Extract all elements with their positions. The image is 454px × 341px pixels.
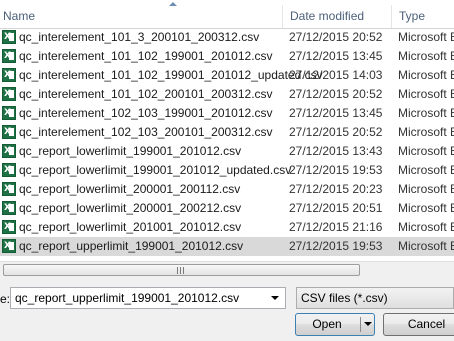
file-type: Microsoft E <box>398 49 454 63</box>
file-name: qc_interelement_101_102_199001_201012_up… <box>19 68 323 82</box>
file-date-modified: 27/12/2015 14:03 <box>289 68 383 82</box>
cancel-button-label: Cancel <box>407 317 446 331</box>
column-type-header[interactable]: Type <box>391 5 454 28</box>
file-type: Microsoft E <box>398 144 454 158</box>
open-button-label: Open <box>312 317 342 331</box>
file-row[interactable]: qc_interelement_101_102_199001_201012.cs… <box>0 47 454 66</box>
file-name: qc_report_lowerlimit_200001_200212.csv <box>19 201 242 215</box>
column-header: Name Date modified Type <box>0 2 454 29</box>
file-type: Microsoft E <box>398 87 454 101</box>
file-date-modified: 27/12/2015 13:45 <box>289 106 383 120</box>
file-row[interactable]: qc_report_lowerlimit_201001_201012.csv 27… <box>0 218 454 237</box>
file-row[interactable]: qc_report_upperlimit_199001_201012.csv 27… <box>0 237 454 256</box>
file-list: Name Date modified Type qc_interelement_… <box>0 0 454 261</box>
file-name: qc_interelement_102_103_199001_201012.cs… <box>19 106 273 120</box>
excel-csv-icon <box>2 144 16 158</box>
file-row[interactable]: qc_interelement_102_103_200101_200312.cs… <box>0 123 454 142</box>
file-name: qc_interelement_102_103_200101_200312.cs… <box>19 125 273 139</box>
file-row[interactable]: qc_interelement_102_103_199001_201012.cs… <box>0 104 454 123</box>
file-date-modified: 27/12/2015 21:16 <box>289 220 383 234</box>
excel-csv-icon <box>2 182 16 196</box>
excel-csv-icon <box>2 87 16 101</box>
file-type-select[interactable]: CSV files (*.csv) <box>296 287 454 309</box>
excel-csv-icon <box>2 163 16 177</box>
file-date-modified: 27/12/2015 20:51 <box>289 201 383 215</box>
column-name-header[interactable]: Name <box>0 5 285 28</box>
file-name: qc_interelement_101_102_200101_200312.cs… <box>19 87 273 101</box>
horizontal-scrollbar[interactable] <box>0 261 454 279</box>
file-type: Microsoft E <box>398 239 454 253</box>
excel-csv-icon <box>2 125 16 139</box>
file-row[interactable]: qc_interelement_101_3_200101_200312.csv 2… <box>0 28 454 47</box>
file-name-input[interactable]: qc_report_upperlimit_199001_201012.csv <box>10 287 286 309</box>
file-name-label: e: <box>0 292 11 306</box>
file-date-modified: 27/12/2015 13:45 <box>289 49 383 63</box>
file-date-modified: 27/12/2015 20:52 <box>289 30 383 44</box>
file-name: qc_report_lowerlimit_201001_201012.csv <box>19 220 242 234</box>
excel-csv-icon <box>2 49 16 63</box>
file-row[interactable]: qc_report_lowerlimit_199001_201012_updat… <box>0 161 454 180</box>
file-name: qc_report_upperlimit_199001_201012.csv <box>19 239 244 253</box>
file-date-modified: 27/12/2015 19:53 <box>289 239 383 253</box>
file-type: Microsoft E <box>398 201 454 215</box>
excel-csv-icon <box>2 30 16 44</box>
file-name: qc_report_lowerlimit_199001_201012.csv <box>19 144 242 158</box>
file-date-modified: 27/12/2015 20:52 <box>289 87 383 101</box>
file-type-value: CSV files (*.csv) <box>301 291 388 305</box>
scrollbar-thumb[interactable] <box>3 264 360 276</box>
file-date-modified: 27/12/2015 20:23 <box>289 182 383 196</box>
file-row[interactable]: qc_report_lowerlimit_200001_200112.csv 27… <box>0 180 454 199</box>
excel-csv-icon <box>2 106 16 120</box>
file-date-modified: 27/12/2015 19:53 <box>289 163 383 177</box>
file-date-modified: 27/12/2015 20:52 <box>289 125 383 139</box>
chevron-down-icon[interactable] <box>364 322 372 326</box>
file-date-modified: 27/12/2015 13:43 <box>289 144 383 158</box>
file-row[interactable]: qc_report_lowerlimit_200001_200212.csv 27… <box>0 199 454 218</box>
file-name: qc_interelement_101_3_200101_200312.csv <box>19 30 260 44</box>
file-name: qc_report_lowerlimit_199001_201012_updat… <box>19 163 292 177</box>
split-divider <box>360 317 361 332</box>
excel-csv-icon <box>2 220 16 234</box>
file-type: Microsoft E <box>398 182 454 196</box>
excel-csv-icon <box>2 239 16 253</box>
file-type: Microsoft E <box>398 30 454 44</box>
file-type: Microsoft E <box>398 220 454 234</box>
file-type: Microsoft E <box>398 163 454 177</box>
file-row[interactable]: qc_interelement_101_102_199001_201012_up… <box>0 66 454 85</box>
scrollbar-grip-icon <box>177 267 185 274</box>
file-name: qc_interelement_101_102_199001_201012.cs… <box>19 49 273 63</box>
file-row[interactable]: qc_report_lowerlimit_199001_201012.csv 27… <box>0 142 454 161</box>
file-name: qc_report_lowerlimit_200001_200112.csv <box>19 182 241 196</box>
column-date-modified-header[interactable]: Date modified <box>282 5 399 28</box>
file-type: Microsoft E <box>398 68 454 82</box>
file-name-value: qc_report_upperlimit_199001_201012.csv <box>15 291 240 305</box>
file-row[interactable]: qc_interelement_101_102_200101_200312.cs… <box>0 85 454 104</box>
chevron-down-icon[interactable] <box>271 296 279 300</box>
excel-csv-icon <box>2 68 16 82</box>
file-type: Microsoft E <box>398 106 454 120</box>
cancel-button[interactable]: Cancel <box>383 313 454 336</box>
excel-csv-icon <box>2 201 16 215</box>
open-button[interactable]: Open <box>295 313 375 336</box>
file-type: Microsoft E <box>398 125 454 139</box>
